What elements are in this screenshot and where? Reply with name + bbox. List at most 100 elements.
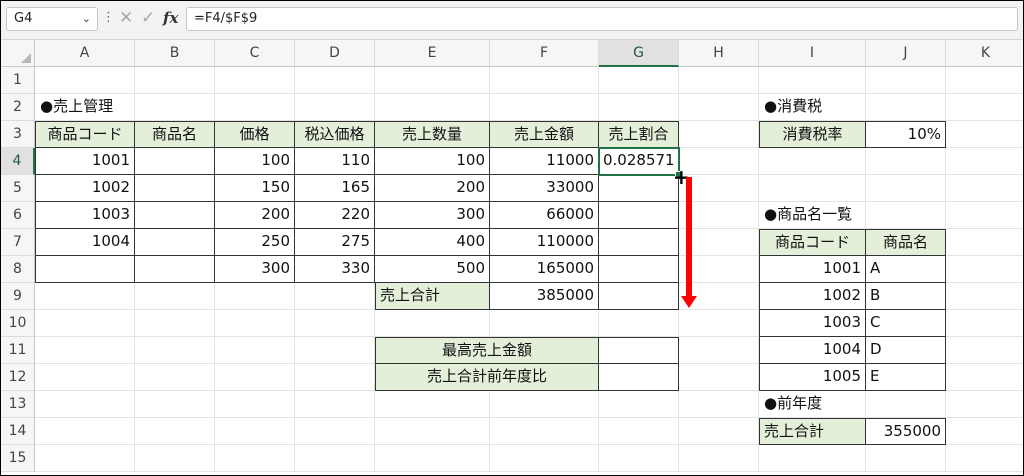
sales-cell[interactable]: 100 (375, 148, 490, 175)
sales-header[interactable]: 価格 (215, 121, 295, 148)
previous-year-label[interactable]: 売上合計 (759, 418, 866, 445)
sales-cell[interactable]: 1004 (35, 229, 135, 256)
column-header-b[interactable]: B (135, 40, 215, 67)
row-header-9[interactable]: 9 (1, 283, 35, 310)
grid-cell[interactable] (215, 445, 295, 472)
name-box[interactable]: G4 ⌄ (6, 7, 98, 31)
row-header-14[interactable]: 14 (1, 418, 35, 445)
grid-cell[interactable] (679, 94, 759, 121)
grid-cell[interactable] (946, 148, 1023, 175)
sales-cell[interactable]: 300 (215, 256, 295, 283)
sales-header[interactable]: 商品コード (35, 121, 135, 148)
grid-cell[interactable] (866, 148, 946, 175)
sales-header[interactable]: 売上金額 (490, 121, 599, 148)
row-header-13[interactable]: 13 (1, 391, 35, 418)
grid-cell[interactable] (679, 337, 759, 364)
grid-cell[interactable] (759, 67, 866, 94)
grid-cell[interactable] (215, 310, 295, 337)
product-name-cell[interactable]: D (866, 337, 946, 364)
sales-cell[interactable]: 250 (215, 229, 295, 256)
summary-value[interactable] (599, 337, 679, 364)
grid-cell[interactable] (946, 229, 1023, 256)
grid-cell[interactable] (375, 445, 490, 472)
formula-input[interactable]: =F4/$F$9 (186, 7, 1018, 31)
grid-cell[interactable] (215, 94, 295, 121)
grid-cell[interactable] (295, 283, 375, 310)
grid-cell[interactable] (946, 121, 1023, 148)
grid-cell[interactable] (490, 445, 599, 472)
product-code-cell[interactable]: 1002 (759, 283, 866, 310)
previous-year-value[interactable]: 355000 (866, 418, 946, 445)
grid-cell[interactable] (35, 283, 135, 310)
sales-cell[interactable]: 330 (295, 256, 375, 283)
grid-cell[interactable] (135, 283, 215, 310)
tax-rate-value[interactable]: 10% (866, 121, 946, 148)
grid-cell[interactable] (679, 121, 759, 148)
row-header-8[interactable]: 8 (1, 256, 35, 283)
sales-cell[interactable] (135, 148, 215, 175)
grid-cell[interactable] (135, 418, 215, 445)
grid-cell[interactable] (35, 67, 135, 94)
sales-cell[interactable]: 165000 (490, 256, 599, 283)
product-name-cell[interactable]: B (866, 283, 946, 310)
row-header-7[interactable]: 7 (1, 229, 35, 256)
grid-cell[interactable] (946, 202, 1023, 229)
sales-total-value[interactable]: 385000 (490, 283, 599, 310)
grid-cell[interactable] (679, 364, 759, 391)
sales-cell[interactable]: 110 (295, 148, 375, 175)
row-header-2[interactable]: 2 (1, 94, 35, 121)
summary-label[interactable]: 売上合計前年度比 (375, 364, 599, 391)
row-header-6[interactable]: 6 (1, 202, 35, 229)
sales-cell[interactable]: 200 (375, 175, 490, 202)
sales-cell[interactable]: 200 (215, 202, 295, 229)
product-name-cell[interactable]: E (866, 364, 946, 391)
sales-cell[interactable]: 33000 (490, 175, 599, 202)
grid-cell[interactable] (759, 175, 866, 202)
sales-cell[interactable]: 165 (295, 175, 375, 202)
column-header-c[interactable]: C (215, 40, 295, 67)
grid-cell[interactable] (946, 310, 1023, 337)
grid-cell[interactable] (946, 175, 1023, 202)
grid-cell[interactable] (135, 391, 215, 418)
column-header-a[interactable]: A (35, 40, 135, 67)
product-list-header[interactable]: 商品コード (759, 229, 866, 256)
row-header-5[interactable]: 5 (1, 175, 35, 202)
grid-cell[interactable] (135, 364, 215, 391)
grid-cell[interactable] (490, 94, 599, 121)
grid-cell[interactable] (215, 391, 295, 418)
grid-cell[interactable] (375, 94, 490, 121)
product-list-title[interactable]: ●商品名一覧 (759, 202, 946, 229)
sales-total-extra[interactable] (599, 283, 679, 310)
grid-cell[interactable] (946, 94, 1023, 121)
grid-cell[interactable] (679, 67, 759, 94)
product-code-cell[interactable]: 1003 (759, 310, 866, 337)
grid-cell[interactable] (679, 391, 759, 418)
product-code-cell[interactable]: 1001 (759, 256, 866, 283)
column-header-i[interactable]: I (759, 40, 866, 67)
grid-cell[interactable] (599, 418, 679, 445)
sales-title[interactable]: ●売上管理 (35, 94, 215, 121)
sales-cell[interactable]: 1003 (35, 202, 135, 229)
grid-cell[interactable] (135, 310, 215, 337)
grid-cell[interactable] (946, 391, 1023, 418)
sales-cell[interactable]: 300 (375, 202, 490, 229)
grid-cell[interactable] (679, 310, 759, 337)
product-code-cell[interactable]: 1005 (759, 364, 866, 391)
cancel-icon[interactable]: ✕ (119, 8, 133, 28)
grid-cell[interactable] (295, 94, 375, 121)
grid-cell[interactable] (759, 148, 866, 175)
tax-rate-label[interactable]: 消費税率 (759, 121, 866, 148)
sales-header[interactable]: 売上割合 (599, 121, 679, 148)
grid-cell[interactable] (295, 391, 375, 418)
grid-cell[interactable] (35, 337, 135, 364)
sales-cell[interactable] (599, 229, 679, 256)
summary-label[interactable]: 最高売上金額 (375, 337, 599, 364)
sales-header[interactable]: 売上数量 (375, 121, 490, 148)
grid-cell[interactable] (946, 418, 1023, 445)
column-header-k[interactable]: K (946, 40, 1023, 67)
column-header-f[interactable]: F (490, 40, 599, 67)
sales-cell[interactable]: 66000 (490, 202, 599, 229)
sales-cell[interactable] (135, 256, 215, 283)
grid-cell[interactable] (946, 445, 1023, 472)
grid-cell[interactable] (759, 445, 866, 472)
